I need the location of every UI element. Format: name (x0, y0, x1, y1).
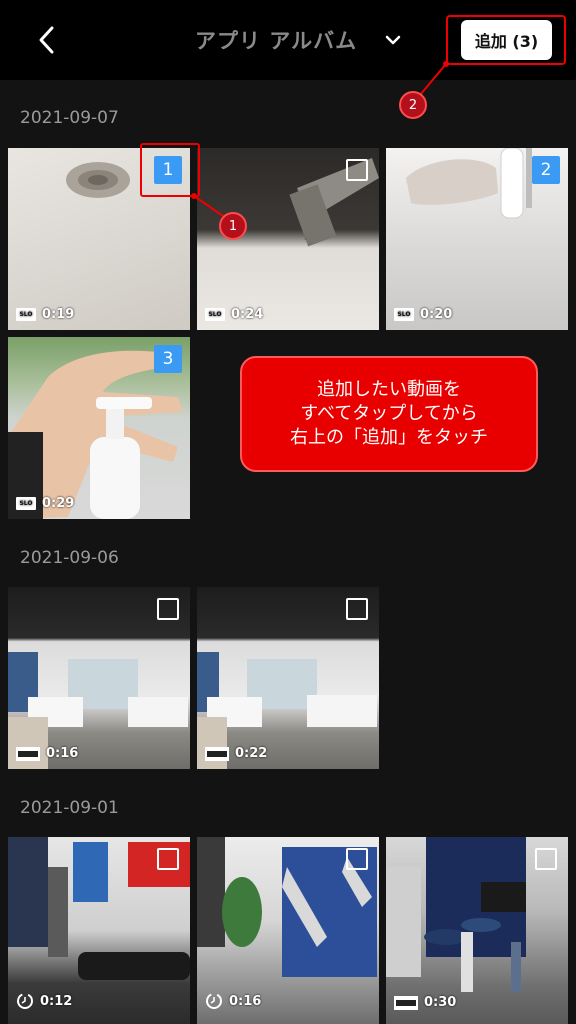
callout-line: 右上の「追加」をタッチ (290, 427, 488, 448)
duration-text: 0:16 (46, 746, 79, 761)
duration-label: 0:22 (205, 746, 267, 761)
annotation-leader-lines (191, 61, 449, 219)
section-date: 2021-09-01 (20, 798, 119, 818)
slo-badge-icon: SLO (394, 308, 414, 321)
duration-text: 0:20 (420, 307, 453, 322)
slo-badge-icon: SLO (205, 308, 225, 321)
callout-line: すべてタップしてから (300, 403, 478, 424)
film-icon (205, 746, 229, 761)
film-icon (16, 746, 40, 761)
slo-badge-icon: SLO (16, 497, 36, 510)
timelapse-icon (17, 993, 33, 1009)
duration-label: 0:12 (16, 992, 72, 1010)
video-thumbnail[interactable]: 3 SLO 0:29 (8, 337, 190, 519)
timelapse-icon (206, 993, 222, 1009)
selection-checkbox[interactable] (157, 848, 179, 870)
video-thumbnail[interactable]: 0:12 (8, 837, 190, 1024)
video-thumbnail[interactable]: 0:30 (386, 837, 568, 1024)
section-date: 2021-09-06 (20, 548, 119, 568)
selection-checkbox[interactable] (346, 848, 368, 870)
duration-label: 0:16 (16, 746, 78, 761)
annotation-marker: 2 (399, 91, 427, 119)
video-thumbnail[interactable]: 0:16 (8, 587, 190, 769)
selection-checkbox[interactable] (346, 598, 368, 620)
duration-text: 0:12 (40, 993, 73, 1009)
duration-label: SLO 0:24 (205, 307, 263, 322)
selection-checkbox[interactable] (157, 598, 179, 620)
duration-label: SLO 0:20 (394, 307, 452, 322)
selection-checkbox[interactable] (535, 848, 557, 870)
duration-text: 0:29 (42, 496, 75, 511)
duration-text: 0:24 (231, 307, 264, 322)
duration-text: 0:19 (42, 307, 75, 322)
duration-text: 0:22 (235, 746, 268, 761)
callout-line: 追加したい動画を (317, 379, 461, 400)
duration-label: SLO 0:29 (16, 496, 74, 511)
video-thumbnail[interactable]: 0:16 (197, 837, 379, 1024)
duration-label: 0:30 (394, 995, 456, 1010)
duration-text: 0:30 (424, 995, 457, 1010)
duration-label: 0:16 (205, 992, 261, 1010)
selection-number-badge: 3 (154, 345, 182, 373)
annotation-marker: 1 (219, 212, 247, 240)
film-icon (394, 995, 418, 1010)
duration-text: 0:16 (229, 993, 262, 1009)
duration-label: SLO 0:19 (16, 307, 74, 322)
instruction-callout: 追加したい動画を すべてタップしてから 右上の「追加」をタッチ (240, 356, 538, 472)
slo-badge-icon: SLO (16, 308, 36, 321)
video-thumbnail[interactable]: 0:22 (197, 587, 379, 769)
